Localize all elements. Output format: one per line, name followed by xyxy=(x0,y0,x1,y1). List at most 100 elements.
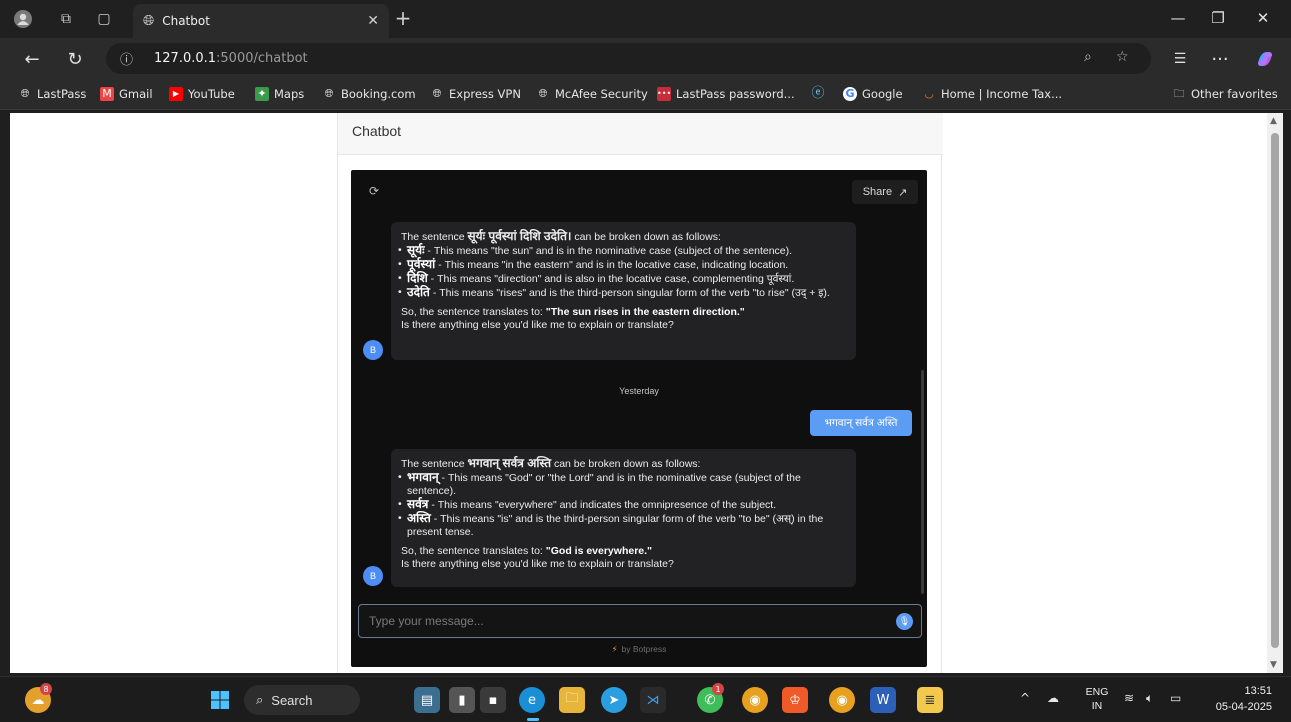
search-icon: ⌕ xyxy=(256,692,264,707)
page-scrollbar[interactable]: ▲ ▼ xyxy=(1267,113,1283,673)
favorite-gmail[interactable]: M Gmail xyxy=(100,87,153,101)
bot-message: The sentence सूर्यः पूर्वस्यां दिशि उदेत… xyxy=(391,222,856,360)
site-info-icon[interactable]: ⓘ xyxy=(120,49,133,68)
favorite-maps[interactable]: ✦ Maps xyxy=(255,87,304,101)
bot-avatar: B xyxy=(363,340,383,360)
globe-icon: 🌐︎ xyxy=(20,87,30,100)
scroll-up-icon[interactable]: ▲ xyxy=(1270,116,1277,126)
globe-icon: 🌐︎ xyxy=(143,13,155,29)
translation-line: So, the sentence translates to: "The sun… xyxy=(401,306,745,318)
share-button[interactable]: Share ↗ xyxy=(852,180,918,204)
scroll-down-icon[interactable]: ▼ xyxy=(1270,660,1277,670)
favorite-edge[interactable]: ⓔ xyxy=(811,87,830,101)
battery-icon[interactable]: ▭ xyxy=(1170,691,1181,705)
active-indicator xyxy=(527,718,539,721)
chrome-profile-icon[interactable]: ◉ xyxy=(742,687,768,713)
date-separator: Yesterday xyxy=(619,386,659,396)
refresh-button[interactable]: ↻ xyxy=(63,47,87,71)
browser-tab-bar: ⧉ ▢ 🌐︎ Chatbot ✕ + — ❐ ✕ xyxy=(0,0,1291,38)
favorite-income-tax[interactable]: ◡ Home | Income Tax... xyxy=(922,87,1062,101)
translation-line: So, the sentence translates to: "God is … xyxy=(401,545,653,557)
chrome-icon[interactable]: ◉ xyxy=(829,687,855,713)
message-intro: The sentence सूर्यः पूर्वस्यां दिशि उदेत… xyxy=(401,229,721,244)
favorite-youtube[interactable]: ▶ YouTube xyxy=(169,87,235,101)
scrollbar-thumb[interactable] xyxy=(1271,133,1279,648)
profile-icon[interactable] xyxy=(12,8,34,30)
page-header: Chatbot xyxy=(338,113,943,155)
page-title: Chatbot xyxy=(352,123,402,139)
favorite-lastpass[interactable]: 🌐︎ LastPass xyxy=(18,87,87,101)
favorite-booking[interactable]: 🌐︎ Booking.com xyxy=(322,87,416,101)
address-bar[interactable]: ⓘ 127.0.0.1:5000/chatbot ⌕ ☆ xyxy=(106,43,1151,74)
start-icon[interactable] xyxy=(207,687,233,713)
url-text: 127.0.0.1:5000/chatbot xyxy=(154,51,308,66)
edge-taskbar-icon[interactable]: e xyxy=(519,687,545,713)
globe-icon: 🌐︎ xyxy=(324,87,334,100)
list-item: सर्वत्र - This means "everywhere" and in… xyxy=(398,498,846,512)
app-icon[interactable]: ▪ xyxy=(480,687,506,713)
lastpass-icon: ••• xyxy=(657,87,671,101)
chat-scrollbar[interactable] xyxy=(921,370,924,594)
folder-icon: 🗀 xyxy=(1173,87,1185,100)
weather-badge: 8 xyxy=(40,683,52,695)
new-tab-button[interactable]: + xyxy=(391,6,415,30)
list-item: सूर्यः - This means "the sun" and is in … xyxy=(398,244,846,258)
wifi-icon[interactable]: ≋ xyxy=(1124,691,1134,705)
external-link-icon: ↗ xyxy=(898,186,908,199)
bot-message: The sentence भगवान् सर्वत्र अस्ति can be… xyxy=(391,449,856,587)
list-item: पूर्वस्यां - This means "in the eastern"… xyxy=(398,258,846,272)
brave-icon[interactable]: ♔ xyxy=(782,687,808,713)
list-item: भगवान् - This means "God" or "the Lord" … xyxy=(398,471,846,498)
microphone-icon[interactable]: 🎙︎ xyxy=(896,613,913,630)
whatsapp-badge: 1 xyxy=(712,683,724,695)
powered-by-label[interactable]: ⚡︎ by Botpress xyxy=(351,644,927,655)
youtube-icon: ▶ xyxy=(169,87,183,101)
word-icon[interactable]: W xyxy=(870,687,896,713)
message-input-placeholder: Type your message... xyxy=(369,614,484,628)
refresh-conversation-icon[interactable]: ⟳ xyxy=(369,184,379,198)
close-tab-icon[interactable]: ✕ xyxy=(367,13,379,29)
windows-taskbar: ☁︎ 8 ⌕ Search ▤ ▮ ▪ e 🗀 ➤ ⋊ ✆ 1 ◉ ♔ ◉ W ≣… xyxy=(0,676,1291,722)
globe-icon: 🌐︎ xyxy=(432,87,442,100)
volume-icon[interactable]: 🔈︎ xyxy=(1146,691,1153,706)
bot-avatar: B xyxy=(363,566,383,586)
minimize-button[interactable]: — xyxy=(1163,6,1193,30)
file-explorer-icon[interactable]: 🗀 xyxy=(559,687,585,713)
back-button[interactable]: ← xyxy=(20,47,44,71)
close-window-button[interactable]: ✕ xyxy=(1248,6,1278,30)
favorite-google[interactable]: G Google xyxy=(843,87,903,101)
favorite-expressvpn[interactable]: 🌐︎ Express VPN xyxy=(430,87,521,101)
task-view-icon[interactable]: ▤ xyxy=(414,687,440,713)
vscode-icon[interactable]: ⋊ xyxy=(640,687,666,713)
show-hidden-icons[interactable]: ^ xyxy=(1020,691,1030,705)
favorites-icon[interactable]: ☰ xyxy=(1168,47,1192,71)
other-favorites[interactable]: 🗀 Other favorites xyxy=(1172,87,1278,101)
income-tax-icon: ◡ xyxy=(924,87,934,100)
favorite-mcafee[interactable]: 🌐︎ McAfee Security xyxy=(536,87,648,101)
clock[interactable]: 13:51 05-04-2025 xyxy=(1204,683,1272,715)
zoom-icon[interactable]: ⌕ xyxy=(1084,49,1092,65)
workspaces-icon[interactable]: ⧉ xyxy=(55,8,77,30)
list-item: दिशि - This means "direction" and is als… xyxy=(398,272,846,286)
tab-actions-icon[interactable]: ▢ xyxy=(93,8,115,30)
favorite-star-icon[interactable]: ☆ xyxy=(1116,49,1129,65)
tab-chatbot[interactable]: 🌐︎ Chatbot ✕ xyxy=(133,4,389,38)
list-item: उदेति - This means "rises" and is the th… xyxy=(398,286,846,300)
edge-icon: ⓔ xyxy=(811,86,825,101)
more-menu-icon[interactable]: ··· xyxy=(1208,47,1232,71)
onedrive-icon[interactable]: ☁︎ xyxy=(1047,691,1059,705)
message-input[interactable]: Type your message... 🎙︎ xyxy=(358,604,922,638)
copilot-icon[interactable] xyxy=(1253,47,1277,71)
telegram-icon[interactable]: ➤ xyxy=(601,687,627,713)
follow-up-question: Is there anything else you'd like me to … xyxy=(401,558,674,570)
chat-widget: ⟳ Share ↗ The sentence सूर्यः पूर्वस्यां… xyxy=(351,170,927,667)
widgets-icon[interactable]: ▮ xyxy=(449,687,475,713)
globe-icon: 🌐︎ xyxy=(538,87,548,100)
language-indicator[interactable]: ENG IN xyxy=(1084,685,1110,713)
browser-nav-bar: ← ↻ ⓘ 127.0.0.1:5000/chatbot ⌕ ☆ ☰ ··· xyxy=(0,38,1291,80)
restore-button[interactable]: ❐ xyxy=(1203,6,1233,30)
taskbar-search[interactable]: ⌕ Search xyxy=(244,685,360,715)
favorite-lastpass-password[interactable]: ••• LastPass password... xyxy=(657,87,795,101)
favorites-bar: 🌐︎ LastPass M Gmail ▶ YouTube ✦ Maps 🌐︎ Booki… xyxy=(0,80,1291,110)
notepad-icon[interactable]: ≣ xyxy=(917,687,943,713)
